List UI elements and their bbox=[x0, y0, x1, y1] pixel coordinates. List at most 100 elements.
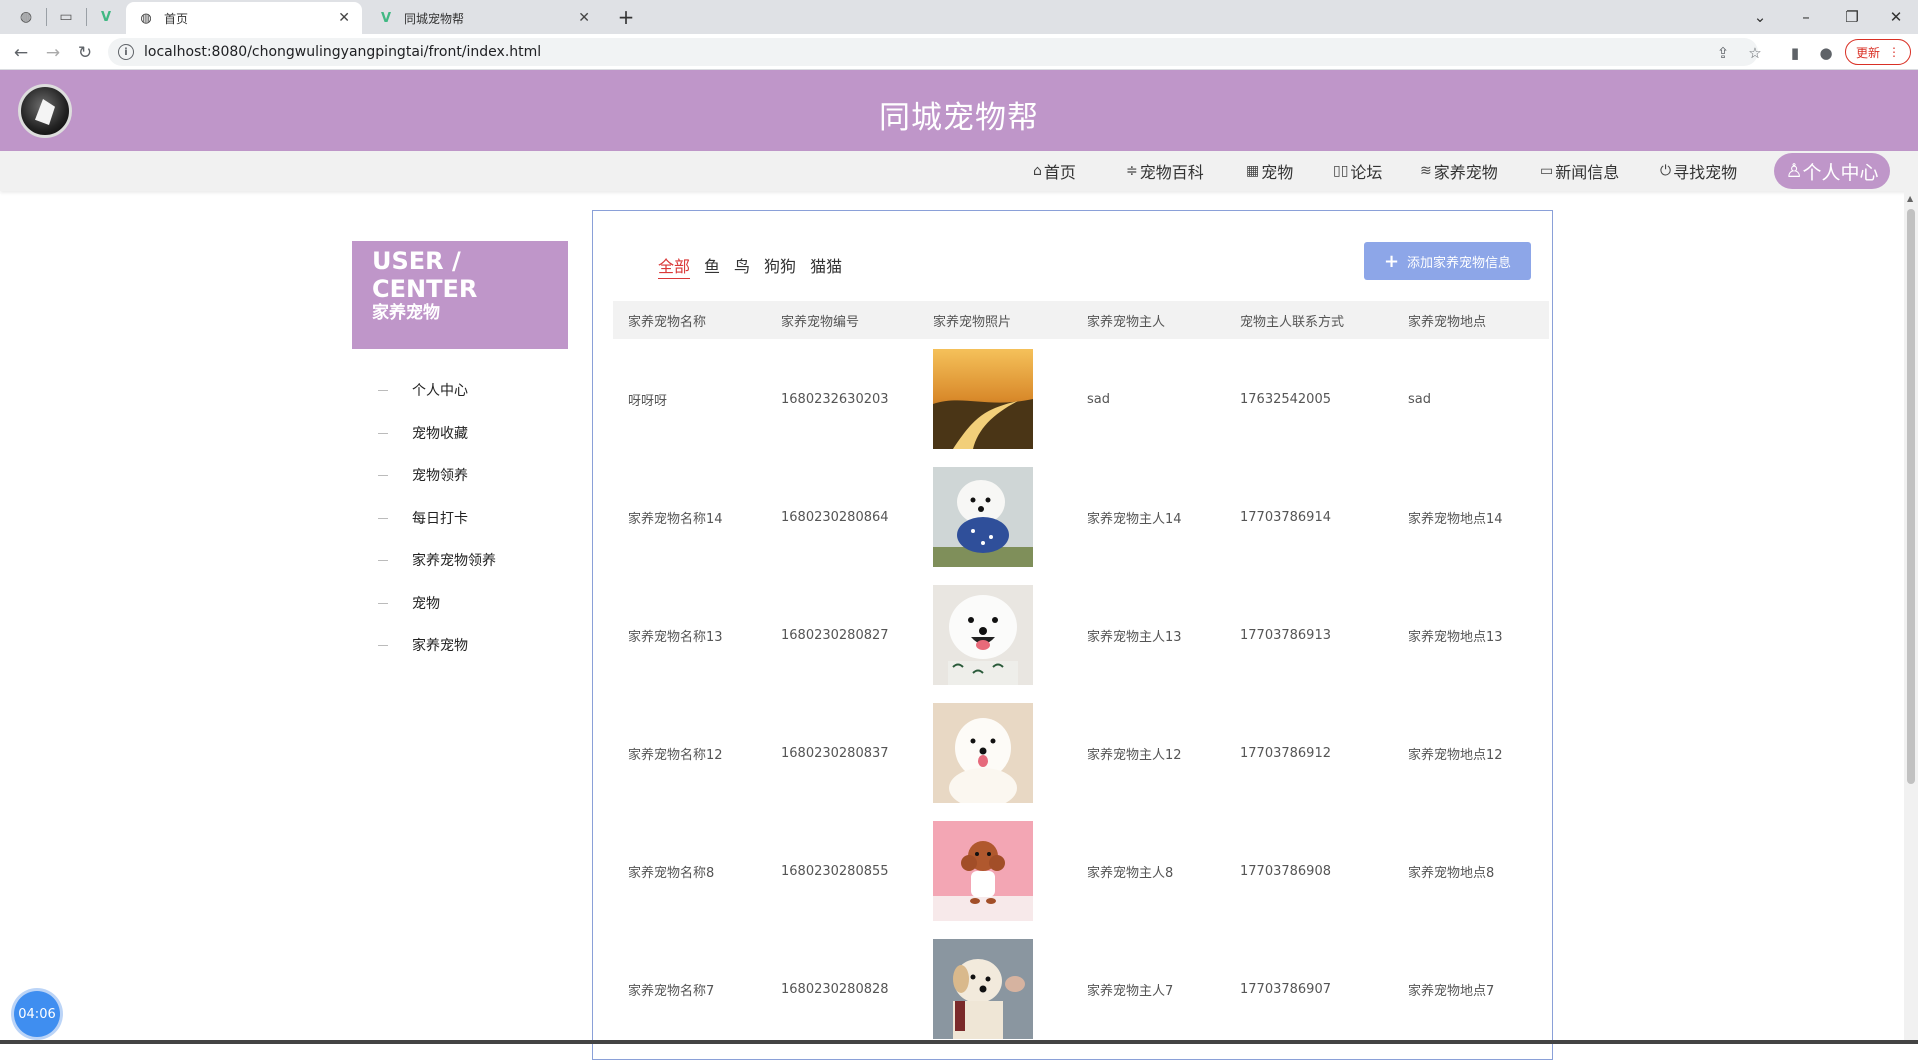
pet-owner: 家养宠物主人14 bbox=[1087, 511, 1182, 527]
browser-tab-site[interactable]: V 同城宠物帮 ✕ bbox=[366, 2, 602, 34]
pet-photo[interactable] bbox=[933, 939, 1033, 1039]
minimize-button[interactable]: – bbox=[1786, 4, 1826, 30]
nav-item-find-pets[interactable]: ⏻ 寻找宠物 bbox=[1660, 151, 1737, 191]
nav-label: 寻找宠物 bbox=[1673, 163, 1738, 182]
column-header: 家养宠物照片 bbox=[933, 314, 1012, 330]
filter-bird[interactable]: 鸟 bbox=[734, 253, 750, 279]
column-header: 家养宠物地点 bbox=[1408, 314, 1487, 330]
pet-owner: sad bbox=[1087, 391, 1110, 407]
star-icon[interactable]: ☆ bbox=[1744, 42, 1766, 64]
new-tab-button[interactable]: + bbox=[614, 4, 638, 30]
dash-divider bbox=[378, 474, 388, 476]
add-home-pet-button[interactable]: + 添加家养宠物信息 bbox=[1364, 242, 1531, 280]
nav-item-pet-wiki[interactable]: ≑ 宠物百科 bbox=[1126, 151, 1204, 191]
sidebar-item-checkin[interactable]: 每日打卡 bbox=[378, 507, 468, 529]
tab-title: 同城宠物帮 bbox=[404, 11, 465, 26]
table-row[interactable]: 家养宠物名称14 1680230280864 家养宠物主人14 17703786… bbox=[613, 467, 1549, 585]
pet-name: 家养宠物名称12 bbox=[628, 747, 723, 763]
url-text: localhost:8080/chongwulingyangpingtai/fr… bbox=[144, 44, 542, 60]
dash-divider bbox=[378, 517, 388, 519]
nav-item-news[interactable]: ▭ 新闻信息 bbox=[1540, 151, 1619, 191]
dash-divider bbox=[378, 644, 388, 646]
pet-name: 家养宠物名称13 bbox=[628, 629, 723, 645]
sidebar-item-user-center[interactable]: 个人中心 bbox=[378, 379, 468, 401]
owner-phone: 17703786907 bbox=[1240, 981, 1331, 997]
owner-phone: 17703786912 bbox=[1240, 745, 1331, 761]
pet-name: 家养宠物名称14 bbox=[628, 511, 723, 527]
user-icon: ♙ bbox=[1785, 160, 1803, 182]
table-row[interactable]: 家养宠物名称13 1680230280827 家养宠物主人13 17703786… bbox=[613, 585, 1549, 703]
blank-page-icon[interactable]: ▭ bbox=[54, 6, 78, 28]
nav-item-user-center[interactable]: ♙ 个人中心 bbox=[1774, 153, 1890, 189]
address-bar[interactable]: i localhost:8080/chongwulingyangpingtai/… bbox=[108, 38, 1758, 66]
update-button[interactable]: 更新 ⋮ bbox=[1845, 39, 1911, 65]
pet-photo[interactable] bbox=[933, 349, 1033, 449]
dash-divider bbox=[378, 389, 388, 391]
pet-place: sad bbox=[1408, 391, 1431, 407]
tab-title: 首页 bbox=[164, 11, 189, 26]
vue-icon[interactable]: V bbox=[94, 6, 118, 28]
globe-icon: ◍ bbox=[140, 10, 152, 26]
sidebar-item-favorites[interactable]: 宠物收藏 bbox=[378, 422, 468, 444]
home-icon: ⌂ bbox=[1033, 163, 1042, 179]
timer-badge[interactable]: 04:06 bbox=[14, 991, 60, 1037]
pet-photo[interactable] bbox=[933, 585, 1033, 685]
scroll-thumb[interactable] bbox=[1907, 209, 1915, 784]
chevron-down-icon[interactable]: ⌄ bbox=[1740, 4, 1780, 30]
sidebar-item-home-pet-adoption[interactable]: 家养宠物领养 bbox=[378, 549, 496, 571]
nav-item-pets[interactable]: ▦ 宠物 bbox=[1246, 151, 1293, 191]
pet-code: 1680230280827 bbox=[781, 627, 889, 643]
info-icon[interactable]: i bbox=[118, 44, 134, 60]
close-icon[interactable]: ✕ bbox=[578, 10, 590, 26]
close-icon[interactable]: ✕ bbox=[338, 10, 350, 26]
browser-tab-strip: ◍ ▭ V ◍ 首页 ✕ V 同城宠物帮 ✕ + ⌄ – ❐ ✕ bbox=[0, 0, 1918, 34]
table-row[interactable]: 呀呀呀 1680232630203 sad 17632542005 sad bbox=[613, 349, 1549, 467]
globe-icon[interactable]: ◍ bbox=[14, 6, 38, 28]
nav-item-forum[interactable]: ▯▯ 论坛 bbox=[1333, 151, 1382, 191]
reload-button[interactable]: ↻ bbox=[72, 40, 98, 66]
site-title: 同城宠物帮 bbox=[879, 100, 1039, 136]
pet-photo[interactable] bbox=[933, 703, 1033, 803]
browser-toolbar: ← → ↻ i localhost:8080/chongwulingyangpi… bbox=[0, 34, 1918, 70]
nav-label: 个人中心 bbox=[1802, 161, 1879, 184]
grid-icon: ▦ bbox=[1246, 163, 1260, 179]
forward-button[interactable]: → bbox=[40, 40, 66, 66]
filter-dog[interactable]: 狗狗 bbox=[764, 253, 796, 279]
filter-all[interactable]: 全部 bbox=[658, 253, 691, 279]
nav-item-home-pets[interactable]: ≋ 家养宠物 bbox=[1420, 151, 1498, 191]
side-panel-icon[interactable]: ▮ bbox=[1784, 42, 1806, 64]
filter-fish[interactable]: 鱼 bbox=[704, 253, 720, 279]
restore-button[interactable]: ❐ bbox=[1832, 4, 1872, 30]
nav-item-home[interactable]: ⌂ 首页 bbox=[1033, 151, 1076, 191]
tab-separator bbox=[86, 8, 87, 26]
pet-place: 家养宠物地点8 bbox=[1408, 865, 1495, 881]
sidebar-item-label: 宠物领养 bbox=[412, 468, 468, 484]
close-window-button[interactable]: ✕ bbox=[1876, 4, 1916, 30]
filter-icon: ≑ bbox=[1126, 163, 1138, 179]
sidebar-item-label: 宠物收藏 bbox=[412, 426, 468, 442]
sidebar-item-label: 家养宠物 bbox=[412, 638, 468, 654]
pet-photo[interactable] bbox=[933, 467, 1033, 567]
filter-cat[interactable]: 猫猫 bbox=[810, 253, 842, 279]
share-icon[interactable]: ⇪ bbox=[1712, 42, 1734, 64]
table-row[interactable]: 家养宠物名称12 1680230280837 家养宠物主人12 17703786… bbox=[613, 703, 1549, 821]
menu-dots-icon: ⋮ bbox=[1888, 45, 1900, 59]
column-header: 家养宠物名称 bbox=[628, 314, 707, 330]
table-row[interactable]: 家养宠物名称8 1680230280855 家养宠物主人8 1770378690… bbox=[613, 821, 1549, 939]
scroll-up-icon[interactable]: ▲ bbox=[1907, 194, 1915, 203]
browser-tab-home[interactable]: ◍ 首页 ✕ bbox=[126, 2, 362, 34]
sidebar-item-label: 每日打卡 bbox=[412, 511, 468, 527]
pet-owner: 家养宠物主人13 bbox=[1087, 629, 1182, 645]
back-button[interactable]: ← bbox=[8, 40, 34, 66]
sidebar-item-adoption[interactable]: 宠物领养 bbox=[378, 464, 468, 486]
profile-icon[interactable]: ● bbox=[1815, 42, 1837, 64]
nav-label: 家养宠物 bbox=[1433, 163, 1498, 182]
sidebar-item-label: 宠物 bbox=[412, 596, 440, 612]
site-header: 同城宠物帮 bbox=[0, 70, 1918, 151]
pet-photo[interactable] bbox=[933, 821, 1033, 921]
page-scrollbar[interactable]: ▲ bbox=[1904, 191, 1918, 1044]
sidebar-item-pets[interactable]: 宠物 bbox=[378, 592, 440, 614]
column-header: 家养宠物主人 bbox=[1087, 314, 1166, 330]
sidebar-item-home-pets[interactable]: 家养宠物 bbox=[378, 634, 468, 656]
power-icon: ⏻ bbox=[1660, 163, 1672, 179]
